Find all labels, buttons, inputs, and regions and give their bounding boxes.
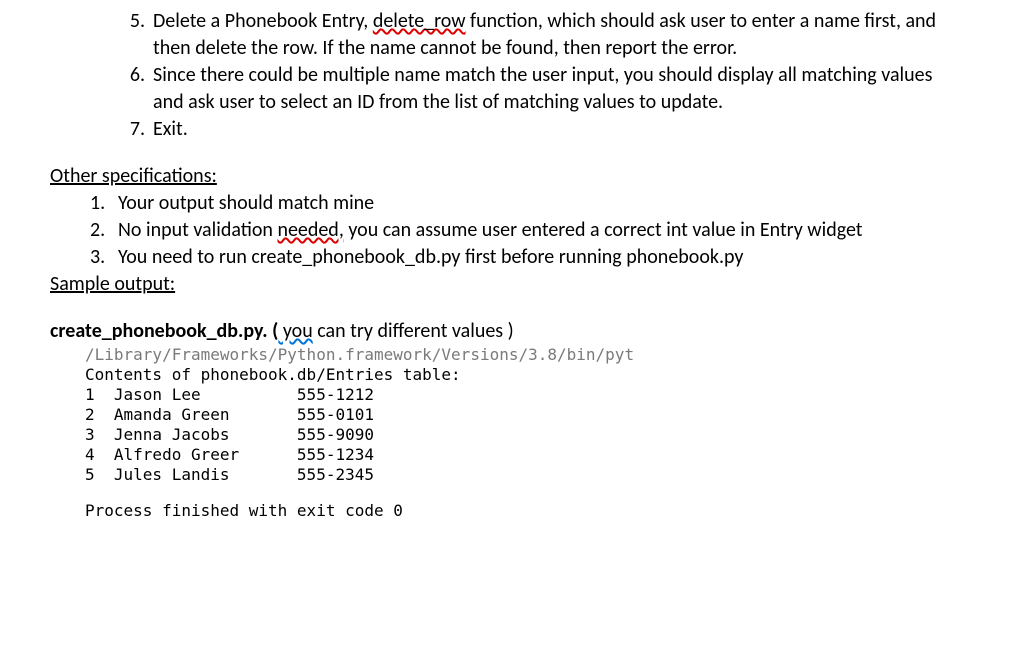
list-number: 1. <box>90 190 118 217</box>
main-numbered-list: 5. Delete a Phonebook Entry, delete_row … <box>50 8 964 143</box>
list-number: 2. <box>90 217 118 244</box>
list-number: 6. <box>110 62 153 116</box>
list-text: You need to run create_phonebook_db.py f… <box>118 244 743 271</box>
list-text: No input validation needed, you can assu… <box>118 217 863 244</box>
list-number: 3. <box>90 244 118 271</box>
list-number: 7. <box>110 116 153 143</box>
code-output: /Library/Frameworks/Python.framework/Ver… <box>50 345 964 521</box>
code-line: Contents of phonebook.db/Entries table: <box>85 365 461 384</box>
code-path: /Library/Frameworks/Python.framework/Ver… <box>85 345 634 364</box>
list-item: 5. Delete a Phonebook Entry, delete_row … <box>50 8 964 62</box>
list-text: Your output should match mine <box>118 190 374 217</box>
code-line: 2 Amanda Green 555-0101 <box>85 405 374 424</box>
code-line: 3 Jenna Jacobs 555-9090 <box>85 425 374 444</box>
list-item: 6. Since there could be multiple name ma… <box>50 62 964 116</box>
spec-numbered-list: 1. Your output should match mine 2. No i… <box>50 190 964 271</box>
spellcheck-underline: delete_row <box>373 9 466 33</box>
document-page: 5. Delete a Phonebook Entry, delete_row … <box>0 0 1014 541</box>
code-line: 5 Jules Landis 555-2345 <box>85 465 374 484</box>
code-line: 4 Alfredo Greer 555-1234 <box>85 445 374 464</box>
list-text: Delete a Phonebook Entry, delete_row fun… <box>153 8 964 62</box>
list-text: Exit. <box>153 116 964 143</box>
create-db-line: create_phonebook_db.py. ( you can try di… <box>50 318 964 345</box>
list-item: 1. Your output should match mine <box>50 190 964 217</box>
spellcheck-underline: needed, <box>277 218 343 242</box>
grammar-underline: you <box>278 319 312 343</box>
list-item: 2. No input validation needed, you can a… <box>50 217 964 244</box>
list-item: 7. Exit. <box>50 116 964 143</box>
section-heading-sample-output: Sample output: <box>50 271 964 298</box>
list-number: 5. <box>110 8 153 62</box>
code-line: 1 Jason Lee 555-1212 <box>85 385 374 404</box>
list-item: 3. You need to run create_phonebook_db.p… <box>50 244 964 271</box>
section-heading-other-specs: Other specifications: <box>50 163 964 190</box>
code-exit: Process finished with exit code 0 <box>85 501 403 521</box>
list-text: Since there could be multiple name match… <box>153 62 964 116</box>
